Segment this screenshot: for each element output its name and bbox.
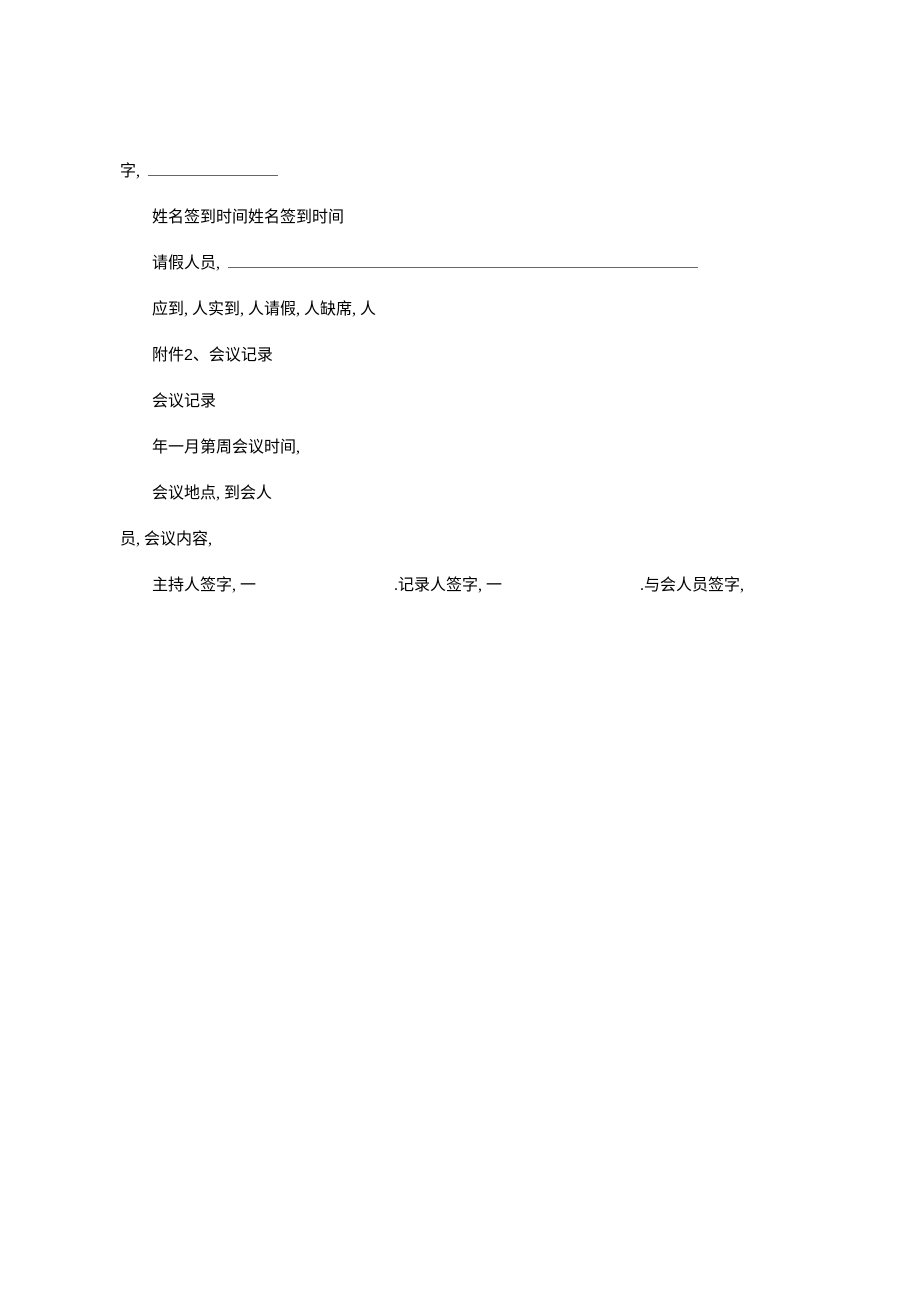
sig-attendee: 与会人员签字, <box>644 574 744 598</box>
text-attachment-a: 附件 <box>152 347 184 364</box>
blank-line-short <box>148 166 278 176</box>
text-name-signin: 姓名签到时间姓名签到时间 <box>152 209 344 226</box>
text-zi: 字, <box>120 163 140 180</box>
line-absent-person: 请假人员, <box>120 252 800 276</box>
text-attendance: 应到, 人实到, 人请假, 人缺席, 人 <box>152 301 376 318</box>
text-absent-prefix: 请假人员, <box>152 255 220 272</box>
line-meeting-place: 会议地点, 到会人 <box>120 482 800 506</box>
line-attendance-count: 应到, 人实到, 人请假, 人缺席, 人 <box>120 298 800 322</box>
line-signatures: 主持人签字, 一 . 记录人签字, 一 . 与会人员签字, <box>120 574 800 598</box>
line-name-signin: 姓名签到时间姓名签到时间 <box>120 206 800 230</box>
text-attachment-b: 、会议记录 <box>193 347 273 364</box>
line-signature-prefix: 字, <box>120 160 800 184</box>
line-meeting-record: 会议记录 <box>120 390 800 414</box>
text-meeting-time: 年一月第周会议时间, <box>152 439 300 456</box>
text-sig-host: 主持人签字, 一 <box>152 577 256 594</box>
text-num2: 2 <box>184 347 193 364</box>
line-meeting-time: 年一月第周会议时间, <box>120 436 800 460</box>
text-sig-attendee: 与会人员签字, <box>644 577 744 594</box>
text-sig-recorder: 记录人签字, 一 <box>398 577 502 594</box>
blank-line-long <box>228 258 698 268</box>
text-meeting-place: 会议地点, 到会人 <box>152 485 272 502</box>
sig-host: 主持人签字, 一 . <box>152 574 398 598</box>
line-meeting-content: 员, 会议内容, <box>120 528 800 552</box>
text-meeting-content: 员, 会议内容, <box>120 531 212 548</box>
sig-recorder: 记录人签字, 一 . <box>398 574 644 598</box>
text-meeting-record: 会议记录 <box>152 393 216 410</box>
line-attachment: 附件2、会议记录 <box>120 344 800 368</box>
